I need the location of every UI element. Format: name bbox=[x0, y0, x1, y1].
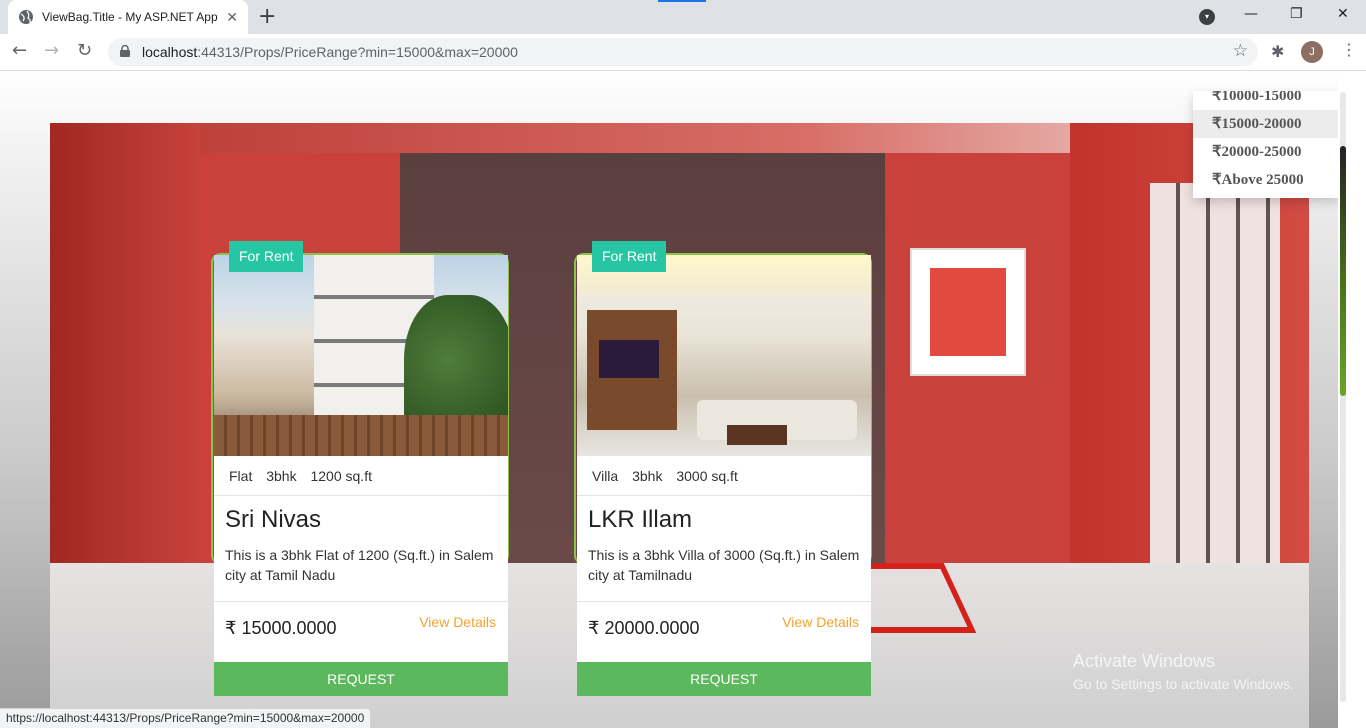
tab-close-icon[interactable]: ✕ bbox=[226, 9, 238, 26]
new-tab-button[interactable]: + bbox=[258, 4, 276, 29]
forward-button[interactable]: → bbox=[44, 40, 59, 61]
property-name: LKR Illam bbox=[588, 506, 693, 533]
price-row: ₹ 15000.0000 View Details bbox=[214, 602, 508, 660]
view-details-link[interactable]: View Details bbox=[782, 614, 859, 630]
price-range-dropdown: ₹10000-15000 ₹15000-20000 ₹20000-25000 ₹… bbox=[1193, 91, 1339, 198]
property-area: 3000 sq.ft bbox=[676, 468, 738, 484]
price-range-option[interactable]: ₹Above 25000 bbox=[1193, 166, 1339, 194]
browser-tab[interactable]: ViewBag.Title - My ASP.NET Appl ✕ bbox=[8, 0, 248, 34]
profile-avatar[interactable]: J bbox=[1301, 41, 1323, 63]
property-photo[interactable] bbox=[577, 255, 871, 456]
lock-icon[interactable] bbox=[120, 45, 130, 57]
browser-menu-icon[interactable]: ⋮ bbox=[1341, 40, 1357, 59]
url-text[interactable]: localhost:44313/Props/PriceRange?min=150… bbox=[142, 44, 518, 60]
view-details-link[interactable]: View Details bbox=[419, 614, 496, 630]
for-rent-badge: For Rent bbox=[229, 241, 304, 272]
property-photo[interactable] bbox=[214, 255, 508, 456]
property-name: Sri Nivas bbox=[225, 506, 322, 533]
close-window-button[interactable]: ✕ bbox=[1337, 6, 1349, 22]
watermark-title: Activate Windows bbox=[1073, 651, 1216, 671]
tab-strip-indicator bbox=[658, 0, 706, 2]
property-meta: Villa 3bhk 3000 sq.ft bbox=[577, 456, 871, 496]
address-bar[interactable]: localhost:44313/Props/PriceRange?min=150… bbox=[108, 38, 1258, 66]
scrollbar-thumb[interactable] bbox=[1340, 146, 1346, 396]
property-description: This is a 3bhk Flat of 1200 (Sq.ft.) in … bbox=[214, 542, 508, 602]
property-meta: Flat 3bhk 1200 sq.ft bbox=[214, 456, 508, 496]
browser-tab-bar: ViewBag.Title - My ASP.NET Appl ✕ + ▾ — … bbox=[0, 0, 1366, 34]
property-bhk: 3bhk bbox=[632, 468, 663, 484]
globe-icon bbox=[19, 10, 33, 24]
request-button[interactable]: REQUEST bbox=[577, 662, 871, 696]
property-type: Villa bbox=[592, 468, 619, 484]
price-row: ₹ 20000.0000 View Details bbox=[577, 602, 871, 660]
activate-windows-watermark: Activate Windows Go to Settings to activ… bbox=[1073, 651, 1294, 692]
property-card: Villa 3bhk 3000 sq.ft LKR Illam This is … bbox=[577, 255, 871, 696]
extensions-icon[interactable]: ✱ bbox=[1271, 42, 1284, 62]
minimize-button[interactable]: — bbox=[1244, 6, 1258, 22]
price-range-option-selected[interactable]: ₹15000-20000 bbox=[1193, 110, 1339, 138]
tab-search-icon[interactable]: ▾ bbox=[1199, 9, 1215, 25]
browser-toolbar: ← → ↻ localhost:44313/Props/PriceRange?m… bbox=[0, 34, 1366, 71]
tab-title: ViewBag.Title - My ASP.NET Appl bbox=[42, 10, 218, 24]
bookmark-star-icon[interactable]: ☆ bbox=[1233, 41, 1248, 61]
request-button[interactable]: REQUEST bbox=[214, 662, 508, 696]
price-range-option[interactable]: ₹10000-15000 bbox=[1193, 91, 1339, 110]
property-area: 1200 sq.ft bbox=[310, 468, 372, 484]
reload-button[interactable]: ↻ bbox=[77, 40, 92, 61]
property-description: This is a 3bhk Villa of 3000 (Sq.ft.) in… bbox=[577, 542, 871, 602]
price-range-option[interactable]: ₹20000-25000 bbox=[1193, 138, 1339, 166]
back-button[interactable]: ← bbox=[12, 40, 27, 61]
property-card: Flat 3bhk 1200 sq.ft Sri Nivas This is a… bbox=[214, 255, 508, 696]
property-price: ₹ 20000.0000 bbox=[588, 618, 700, 638]
property-bhk: 3bhk bbox=[266, 468, 297, 484]
for-rent-badge: For Rent bbox=[592, 241, 667, 272]
property-type: Flat bbox=[229, 468, 253, 484]
restore-button[interactable]: ❐ bbox=[1290, 6, 1303, 22]
property-price: ₹ 15000.0000 bbox=[225, 618, 337, 638]
status-bar-url: https://localhost:44313/Props/PriceRange… bbox=[0, 708, 372, 728]
watermark-subtitle: Go to Settings to activate Windows. bbox=[1073, 676, 1294, 692]
